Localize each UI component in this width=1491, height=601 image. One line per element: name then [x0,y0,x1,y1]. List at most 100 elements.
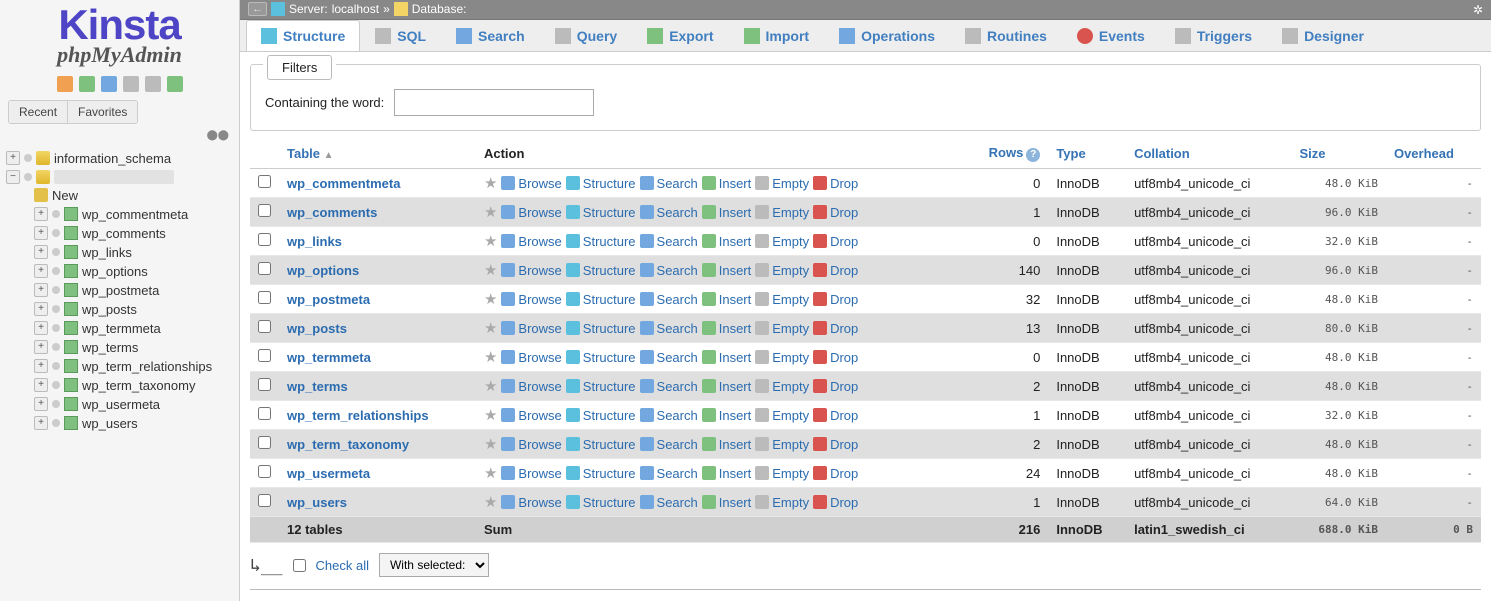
favorite-icon[interactable]: ★ [484,174,497,192]
tree-table-label[interactable]: wp_links [82,245,132,260]
action-drop[interactable]: Drop [813,437,858,452]
action-search[interactable]: Search [640,292,698,307]
table-name-link[interactable]: wp_options [287,263,359,278]
table-name-link[interactable]: wp_comments [287,205,377,220]
expand-icon[interactable]: + [34,378,48,392]
hide-panel-icon[interactable]: ← [248,2,267,16]
action-insert[interactable]: Insert [702,466,752,481]
expand-icon[interactable]: + [34,359,48,373]
tab-query[interactable]: Query [540,20,632,51]
action-empty[interactable]: Empty [755,379,809,394]
tree-table-label[interactable]: wp_term_relationships [82,359,212,374]
action-browse[interactable]: Browse [501,495,561,510]
action-drop[interactable]: Drop [813,408,858,423]
action-structure[interactable]: Structure [566,321,636,336]
action-insert[interactable]: Insert [702,495,752,510]
tree-table-wp-term-taxonomy[interactable]: + wp_term_taxonomy [6,376,237,395]
action-empty[interactable]: Empty [755,263,809,278]
tab-sql[interactable]: SQL [360,20,441,51]
action-structure[interactable]: Structure [566,176,636,191]
docs-icon[interactable] [101,76,117,92]
logout-icon[interactable] [79,76,95,92]
gear-icon[interactable]: ✲ [1473,3,1483,17]
expand-icon[interactable]: + [34,245,48,259]
tree-table-label[interactable]: wp_posts [82,302,137,317]
tree-table-wp-termmeta[interactable]: +wp_termmeta [6,319,237,338]
settings-icon[interactable] [145,76,161,92]
tab-export[interactable]: Export [632,20,728,51]
table-name-link[interactable]: wp_term_relationships [287,408,429,423]
action-empty[interactable]: Empty [755,205,809,220]
tree-table-wp-posts[interactable]: +wp_posts [6,300,237,319]
tree-table-wp-users[interactable]: +wp_users [6,414,237,433]
row-checkbox[interactable] [258,407,271,420]
tree-table-wp-usermeta[interactable]: + wp_usermeta [6,395,237,414]
favorite-icon[interactable]: ★ [484,377,497,395]
action-insert[interactable]: Insert [702,205,752,220]
table-name-link[interactable]: wp_postmeta [287,292,370,307]
breadcrumb-server[interactable]: localhost [332,2,379,16]
help-icon[interactable]: ? [1026,148,1040,162]
table-name-link[interactable]: wp_termmeta [287,350,371,365]
action-structure[interactable]: Structure [566,205,636,220]
action-drop[interactable]: Drop [813,292,858,307]
expand-icon[interactable]: + [34,397,48,411]
tree-table-wp-comments[interactable]: +wp_comments [6,224,237,243]
check-all-label[interactable]: Check all [316,558,369,573]
action-browse[interactable]: Browse [501,205,561,220]
action-empty[interactable]: Empty [755,408,809,423]
tree-new-label[interactable]: New [52,188,78,203]
action-browse[interactable]: Browse [501,176,561,191]
row-checkbox[interactable] [258,349,271,362]
tab-routines[interactable]: Routines [950,20,1062,51]
action-browse[interactable]: Browse [501,379,561,394]
action-empty[interactable]: Empty [755,495,809,510]
action-browse[interactable]: Browse [501,263,561,278]
favorite-icon[interactable]: ★ [484,319,497,337]
action-search[interactable]: Search [640,176,698,191]
tree-table-wp-term-relationships[interactable]: + wp_term_relationships [6,357,237,376]
action-search[interactable]: Search [640,205,698,220]
action-insert[interactable]: Insert [702,263,752,278]
tree-table-label[interactable]: wp_usermeta [82,397,160,412]
tree-table-label[interactable]: wp_commentmeta [82,207,188,222]
favorite-icon[interactable]: ★ [484,464,497,482]
tree-table-wp-terms[interactable]: +wp_terms [6,338,237,357]
row-checkbox[interactable] [258,436,271,449]
action-drop[interactable]: Drop [813,234,858,249]
action-browse[interactable]: Browse [501,350,561,365]
tab-search[interactable]: Search [441,20,540,51]
favorite-icon[interactable]: ★ [484,290,497,308]
tree-table-label[interactable]: wp_terms [82,340,138,355]
sidebar-tab-recent[interactable]: Recent [9,101,68,123]
tree-table-label[interactable]: wp_term_taxonomy [82,378,195,393]
action-browse[interactable]: Browse [501,408,561,423]
tree-db-information-schema[interactable]: + information_schema [6,149,237,168]
row-checkbox[interactable] [258,233,271,246]
action-insert[interactable]: Insert [702,379,752,394]
tree-table-wp-links[interactable]: + wp_links [6,243,237,262]
expand-icon[interactable]: + [34,207,48,221]
action-drop[interactable]: Drop [813,321,858,336]
action-structure[interactable]: Structure [566,379,636,394]
action-drop[interactable]: Drop [813,176,858,191]
action-search[interactable]: Search [640,466,698,481]
col-rows[interactable]: Rows? [964,139,1049,169]
col-type[interactable]: Type [1048,139,1126,169]
expand-icon[interactable]: + [6,151,20,165]
action-empty[interactable]: Empty [755,466,809,481]
favorite-icon[interactable]: ★ [484,232,497,250]
action-browse[interactable]: Browse [501,234,561,249]
action-structure[interactable]: Structure [566,292,636,307]
action-search[interactable]: Search [640,263,698,278]
action-search[interactable]: Search [640,379,698,394]
action-empty[interactable]: Empty [755,176,809,191]
action-insert[interactable]: Insert [702,408,752,423]
expand-icon[interactable]: + [34,283,48,297]
action-drop[interactable]: Drop [813,379,858,394]
tree-table-label[interactable]: wp_comments [82,226,166,241]
row-checkbox[interactable] [258,175,271,188]
action-structure[interactable]: Structure [566,234,636,249]
check-all-checkbox[interactable] [293,559,306,572]
sidebar-tab-favorites[interactable]: Favorites [68,101,137,123]
